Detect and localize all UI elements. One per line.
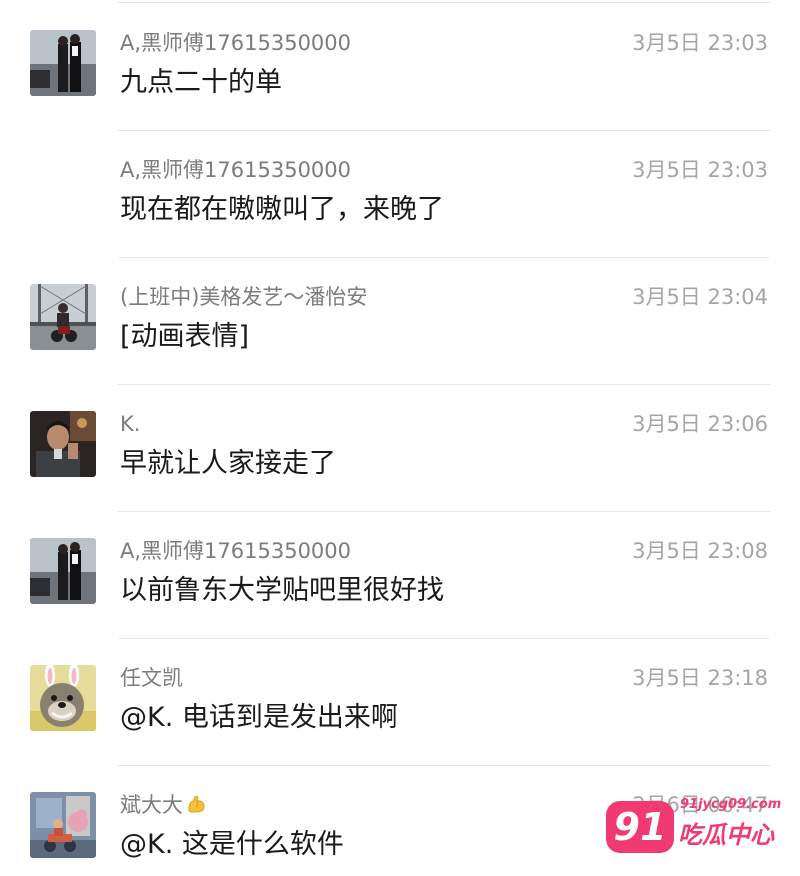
comment-time: 3月5日 23:03 — [632, 158, 768, 182]
divider — [118, 384, 770, 385]
comment-text: @K. 电话到是发出来啊 — [120, 702, 398, 733]
watermark-text: 吃瓜中心 — [678, 821, 774, 849]
divider — [118, 511, 770, 512]
divider — [118, 257, 770, 258]
watermark-badge: 91 — [606, 801, 674, 853]
watermark-logo: 91 91jycg09.com 吃瓜中心 — [606, 793, 781, 863]
flexed-biceps-icon — [188, 795, 205, 813]
avatar[interactable] — [30, 538, 96, 604]
motorbike-bridge-avatar — [30, 284, 96, 350]
scooter-illustration-avatar — [30, 792, 96, 858]
avatar[interactable] — [30, 792, 96, 858]
comment-row[interactable]: A,黑师傅17615350000 3月5日 23:03 现在都在嗷嗷叫了，来晚了 — [0, 127, 800, 254]
divider — [118, 130, 770, 131]
commenter-name[interactable]: 任文凯 — [120, 665, 183, 691]
comment-row[interactable]: A,黑师傅17615350000 3月5日 23:08 以前鲁东大学贴吧里很好找 — [0, 508, 800, 635]
comment-row[interactable]: (上班中)美格发艺～潘怡安 3月5日 23:04 [动画表情] — [0, 254, 800, 381]
commenter-name[interactable]: A,黑师傅17615350000 — [120, 157, 351, 183]
comment-row[interactable]: 任文凯 3月5日 23:18 @K. 电话到是发出来啊 — [0, 635, 800, 762]
watermark-url: 91jycg09.com — [680, 797, 782, 812]
comment-text: 九点二十的单 — [120, 67, 282, 98]
comment-time: 3月5日 23:18 — [632, 666, 768, 690]
couple-photo-avatar — [30, 30, 96, 96]
comment-text: 早就让人家接走了 — [120, 448, 336, 479]
avatar[interactable] — [30, 30, 96, 96]
divider — [118, 638, 770, 639]
avatar[interactable] — [30, 665, 96, 731]
comment-feed: A,黑师傅17615350000 3月5日 23:03 九点二十的单 A,黑师傅… — [0, 0, 800, 876]
comment-time: 3月5日 23:08 — [632, 539, 768, 563]
commenter-name-text: 斌大大 — [120, 793, 183, 817]
comment-text: 现在都在嗷嗷叫了，来晚了 — [120, 194, 444, 225]
avatar[interactable] — [30, 284, 96, 350]
commenter-name[interactable]: 斌大大 — [120, 792, 207, 818]
dog-bunny-ears-avatar — [30, 665, 96, 731]
comment-time: 3月5日 23:04 — [632, 285, 768, 309]
commenter-name[interactable]: A,黑师傅17615350000 — [120, 30, 351, 56]
comment-time: 3月5日 23:03 — [632, 31, 768, 55]
comment-row[interactable]: K. 3月5日 23:06 早就让人家接走了 — [0, 381, 800, 508]
man-portrait-avatar — [30, 411, 96, 477]
comment-row[interactable]: A,黑师傅17615350000 3月5日 23:03 九点二十的单 — [0, 0, 800, 127]
avatar[interactable] — [30, 411, 96, 477]
commenter-name[interactable]: A,黑师傅17615350000 — [120, 538, 351, 564]
commenter-name[interactable]: (上班中)美格发艺～潘怡安 — [120, 284, 367, 310]
comment-text: @K. 这是什么软件 — [120, 829, 344, 860]
divider — [118, 2, 770, 3]
commenter-name[interactable]: K. — [120, 411, 140, 437]
divider — [118, 765, 770, 766]
couple-photo-avatar — [30, 538, 96, 604]
comment-time: 3月5日 23:06 — [632, 412, 768, 436]
comment-text: [动画表情] — [120, 321, 250, 352]
comment-text: 以前鲁东大学贴吧里很好找 — [120, 575, 444, 606]
